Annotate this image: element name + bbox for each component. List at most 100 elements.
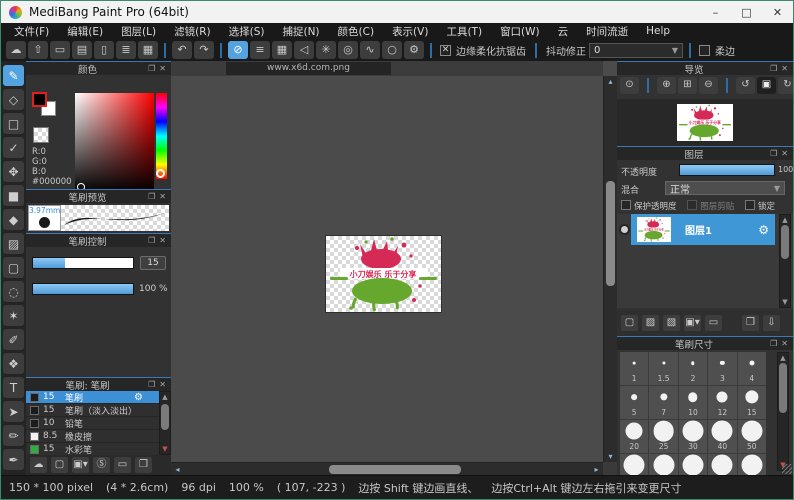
lasso-tool[interactable]: ◌ [3,281,24,302]
add-special-layer-button[interactable]: ▣▾ [684,315,701,331]
duplicate-layer-button[interactable]: ❐ [742,315,759,331]
snap-parallel-button[interactable]: ≡ [250,41,270,59]
add-1bit-layer-button[interactable]: ▧ [663,315,680,331]
merge-layer-button[interactable]: ⇩ [763,315,780,331]
popout-icon[interactable]: ❐ [148,380,155,389]
layer-visibility-toggle[interactable] [619,224,630,235]
popout-icon[interactable]: ❐ [770,64,777,73]
snap-ellipse-button[interactable]: ○ [382,41,402,59]
resize-grip[interactable] [782,464,792,474]
brush-list-item[interactable]: 8.5橡皮擦 [26,430,159,443]
zoom-in-button[interactable]: ⊕ [657,77,676,94]
fill-rect-tool[interactable]: ■ [3,185,24,206]
hscroll-thumb[interactable] [329,465,461,474]
comment-button[interactable]: ▭ [50,41,70,59]
fit-window-button[interactable]: ⊞ [678,77,697,94]
snap-grid-button[interactable]: ▦ [272,41,292,59]
eraser-tool[interactable]: ◇ [3,89,24,110]
brush-size-cell[interactable]: 2 [679,352,707,385]
close-icon[interactable]: ✕ [781,149,788,158]
scroll-down-icon[interactable]: ▾ [604,452,617,461]
layer-settings-gear-icon[interactable]: ⚙ [758,223,769,237]
brush-list-item[interactable]: 15水彩笔 [26,443,159,455]
gradient-tool[interactable]: ▨ [3,233,24,254]
clipping-checkbox[interactable] [687,200,697,210]
antialias-checkbox[interactable]: ✕ [440,45,451,56]
menu-item-9[interactable]: 窗口(W) [491,24,549,39]
popout-icon[interactable]: ❐ [148,236,155,245]
maximize-button[interactable]: □ [731,1,762,23]
brush-list-item[interactable]: 15笔刷⚙ [26,391,159,404]
vscroll-thumb[interactable] [606,181,615,286]
brush-size-cell[interactable]: 70 [649,454,677,475]
minimize-button[interactable]: – [700,1,731,23]
menu-item-11[interactable]: 时间流逝 [577,24,637,39]
brush-list-item[interactable]: 15笔刷（淡入淡出） [26,404,159,417]
snap-vanishing-button[interactable]: ◁ [294,41,314,59]
brush-opacity-slider[interactable] [32,283,134,295]
menu-item-2[interactable]: 图层(L) [112,24,165,39]
brush-size-cell[interactable]: 5 [620,386,648,419]
duplicate-brush-button[interactable]: ❐ [135,457,152,473]
brush-size-cell[interactable]: 100 [738,454,766,475]
snap-off-button[interactable]: ⊘ [228,41,248,59]
popout-icon[interactable]: ❐ [148,64,155,73]
close-icon[interactable]: ✕ [159,192,166,201]
text-tool[interactable]: T [3,377,24,398]
brush-folder-button[interactable]: ▭ [114,457,131,473]
stabilizer-select[interactable]: 0 ▼ [589,43,683,58]
menu-item-8[interactable]: 工具(T) [437,24,491,39]
brush-size-cell[interactable]: 50 [738,420,766,453]
menu-item-7[interactable]: 表示(V) [383,24,437,39]
redo-button[interactable]: ↷ [194,41,214,59]
close-icon[interactable]: ✕ [159,236,166,245]
bucket-tool[interactable]: ◆ [3,209,24,230]
fit-rect-button[interactable]: ▣ [757,77,776,94]
popout-icon[interactable]: ❐ [148,192,155,201]
magic-wand-tool[interactable]: ✶ [3,305,24,326]
menu-item-1[interactable]: 编辑(E) [58,24,112,39]
hue-slider[interactable] [156,93,167,179]
brush-size-cell[interactable]: 90 [708,454,736,475]
snap-curve-button[interactable]: ∿ [360,41,380,59]
brush-size-cell[interactable]: 1.5 [649,352,677,385]
cloud-save-button[interactable]: ☁ [6,41,26,59]
menu-item-5[interactable]: 捕捉(N) [273,24,328,39]
canvas-vertical-scrollbar[interactable]: ▴ ▾ [603,76,617,462]
select-rect-tool[interactable]: ▢ [3,257,24,278]
layer-folder-button[interactable]: ▭ [705,315,722,331]
transparent-color-swatch[interactable] [33,127,49,143]
saturation-value-picker[interactable] [75,93,154,189]
move-tool[interactable]: ✥ [3,161,24,182]
popout-icon[interactable]: ❐ [770,339,777,348]
brush-size-cell[interactable]: 60 [620,454,648,475]
brush-size-value[interactable]: 15 [140,256,166,270]
brush-size-cell[interactable]: 80 [679,454,707,475]
layer-opacity-slider[interactable] [679,164,775,176]
brush-sizes-scrollbar[interactable]: ▲ ▼ [777,352,789,471]
menu-item-4[interactable]: 选择(S) [220,24,274,39]
zoom-out-button[interactable]: ⊖ [699,77,718,94]
canvas-area[interactable]: www.x6d.com.png 小刀娱乐 乐于分享 ◂ ▸ ▴ ▾ [171,61,617,475]
reset-rotation-button[interactable]: ↻ [778,77,793,94]
popout-icon[interactable]: ❐ [770,149,777,158]
brush-size-cell[interactable]: 15 [738,386,766,419]
snap-radial-button[interactable]: ✳ [316,41,336,59]
save-brush-button[interactable]: ▣▾ [72,457,89,473]
close-icon[interactable]: ✕ [781,64,788,73]
brush-tool[interactable]: ✎ [3,65,24,86]
soft-edge-checkbox[interactable] [699,45,710,56]
snap-concentric-button[interactable]: ◎ [338,41,358,59]
rotate-ccw-button[interactable]: ↺ [736,77,755,94]
close-icon[interactable]: ✕ [781,339,788,348]
menu-item-10[interactable]: 云 [549,24,578,39]
brush-size-cell[interactable]: 20 [620,420,648,453]
zoom-ratio-button[interactable]: ⊙ [620,77,639,94]
navigator-view[interactable]: 小刀娱乐 乐于分享 [617,99,793,146]
menu-item-0[interactable]: 文件(F) [5,24,58,39]
close-icon[interactable]: ✕ [159,380,166,389]
brush-size-slider[interactable] [32,257,134,269]
brush-size-cell[interactable]: 30 [679,420,707,453]
brush-list-item[interactable]: 10铅笔 [26,417,159,430]
document-button[interactable]: ▯ [94,41,114,59]
